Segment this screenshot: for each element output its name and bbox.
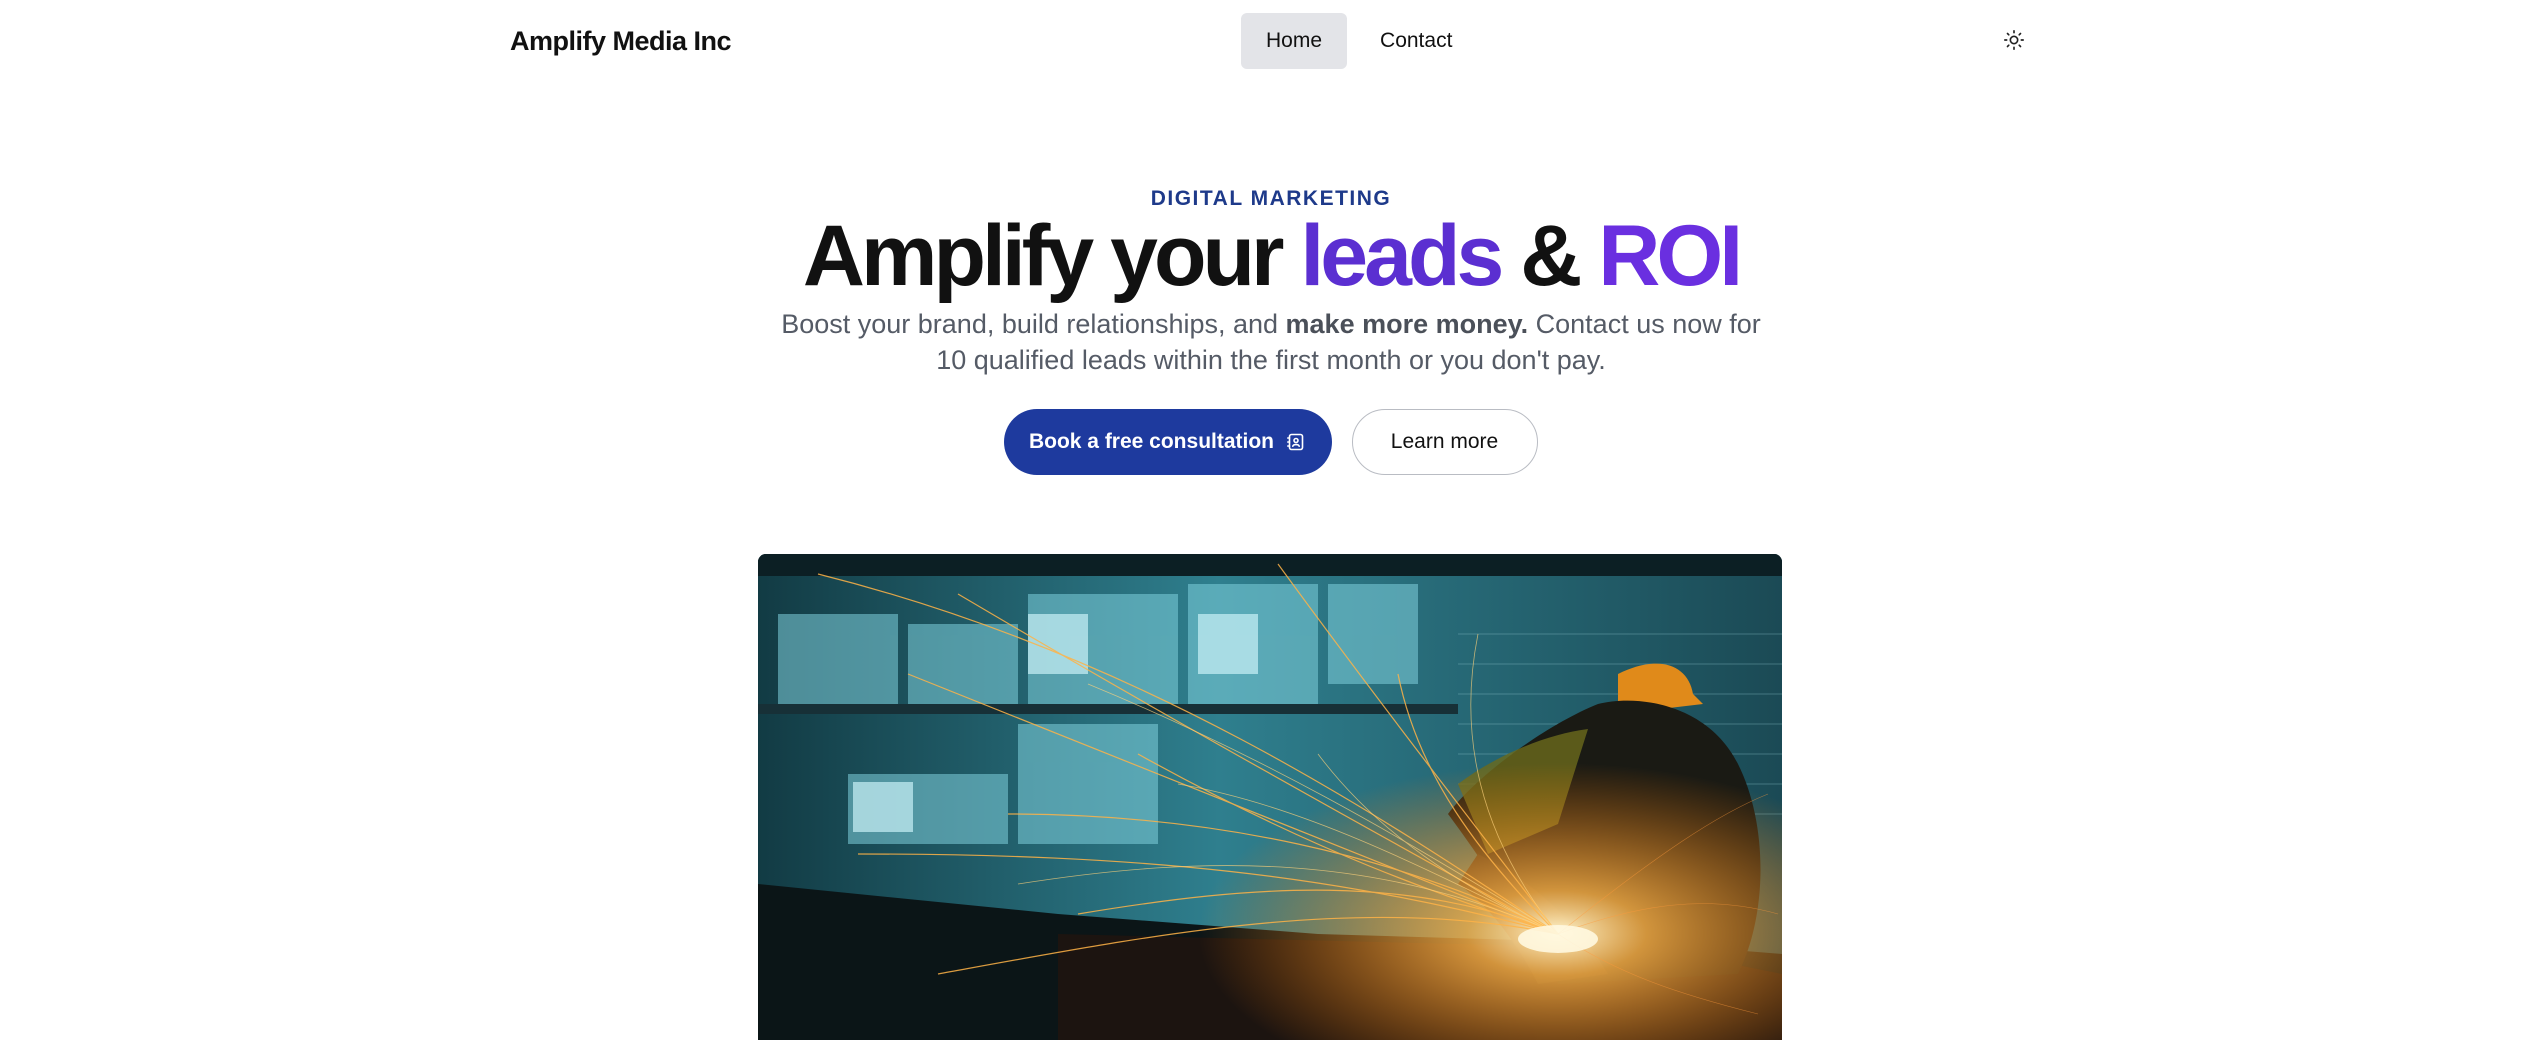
cta-row: Book a free consultation Learn more xyxy=(0,409,2542,475)
subtitle-before: Boost your brand, build relationships, a… xyxy=(781,309,1286,339)
hero-image xyxy=(758,554,1782,1040)
hero-headline: Amplify your leads & ROI xyxy=(0,206,2542,306)
landing-page: Amplify Media Inc Home Contact DIGITAL M… xyxy=(0,0,2542,1040)
headline-part2: & xyxy=(1500,208,1599,304)
brand-logo[interactable]: Amplify Media Inc xyxy=(510,24,732,58)
hero-subtitle: Boost your brand, build relationships, a… xyxy=(771,306,1771,378)
book-consultation-label: Book a free consultation xyxy=(1028,430,1275,453)
subtitle-bold: make more money. xyxy=(1285,309,1529,339)
main-nav: Home Contact xyxy=(1241,13,1477,69)
sun-icon xyxy=(2004,30,2024,50)
nav-home[interactable]: Home xyxy=(1241,13,1348,69)
headline-accent-roi: ROI xyxy=(1598,208,1743,304)
headline-part1: Amplify your xyxy=(802,208,1301,304)
theme-toggle-button[interactable] xyxy=(1998,24,2030,56)
book-consultation-button[interactable]: Book a free consultation xyxy=(1003,409,1332,475)
contact-book-icon xyxy=(1287,433,1304,451)
learn-more-button[interactable]: Learn more xyxy=(1351,409,1538,475)
headline-accent-leads: leads xyxy=(1300,208,1504,304)
welding-sparks-illustration xyxy=(758,554,1782,1040)
nav-contact[interactable]: Contact xyxy=(1355,13,1477,69)
